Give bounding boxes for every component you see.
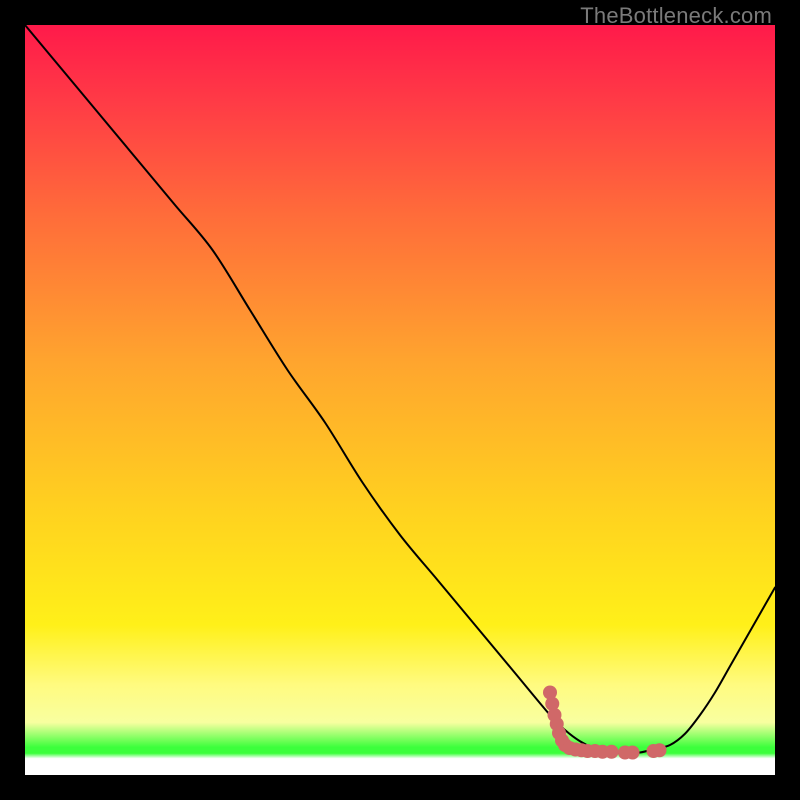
overlay-marker-dot	[605, 745, 619, 759]
overlay-markers	[543, 686, 667, 760]
overlay-marker-dot	[653, 743, 667, 757]
overlay-marker-dot	[626, 746, 640, 760]
chart-svg	[25, 25, 775, 775]
chart-frame	[25, 25, 775, 775]
bottleneck-curve	[25, 25, 775, 753]
